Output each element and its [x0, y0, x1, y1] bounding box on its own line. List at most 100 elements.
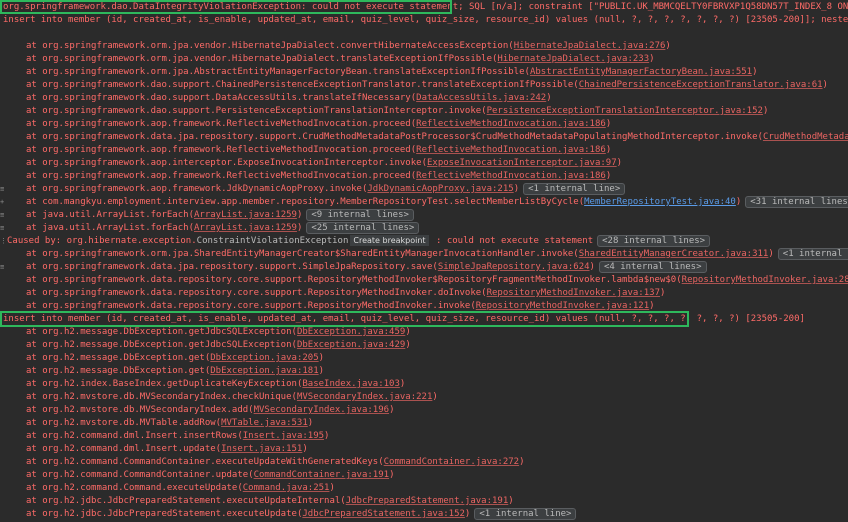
exception-class[interactable]: ConstraintViolationException: [197, 236, 349, 246]
console-line: at org.h2.command.dml.Insert.update(Inse…: [0, 443, 848, 456]
internal-lines-badge[interactable]: <1 internal line>: [777, 248, 848, 260]
message-text: insert into member (id, created_at, is_e…: [3, 314, 805, 324]
console-line-text: at org.h2.jdbc.JdbcPreparedStatement.exe…: [26, 508, 577, 521]
internal-lines-badge[interactable]: <1 internal line>: [523, 183, 626, 195]
stack-method: org.springframework.dao.support.ChainedP…: [42, 80, 574, 90]
at-keyword: at: [26, 67, 43, 77]
console-line-text: at org.springframework.aop.framework.Ref…: [26, 171, 612, 181]
source-link[interactable]: DbException.java:181: [210, 366, 318, 376]
console-line: at org.h2.jdbc.JdbcPreparedStatement.exe…: [0, 508, 848, 521]
console-line-text: at org.h2.message.DbException.get(DbExce…: [26, 366, 325, 376]
stack-method: org.h2.mvstore.db.MVSecondaryIndex.add: [42, 405, 249, 415]
fold-icon[interactable]: ≡: [0, 261, 6, 274]
source-link[interactable]: JdbcPreparedStatement.java:191: [346, 496, 509, 506]
console-line-text: Caused by: org.hibernate.exception.Const…: [7, 235, 711, 248]
internal-lines-badge[interactable]: <4 internal lines>: [598, 261, 707, 273]
fold-icon[interactable]: ≡: [0, 209, 6, 222]
console-line: at org.springframework.aop.interceptor.E…: [0, 157, 848, 170]
source-link[interactable]: Command.java:251: [243, 483, 330, 493]
source-link[interactable]: DbException.java:429: [297, 340, 405, 350]
stack-method: org.springframework.aop.interceptor.Expo…: [42, 158, 422, 168]
console-line: at org.h2.jdbc.JdbcPreparedStatement.exe…: [0, 495, 848, 508]
console-line: org.springframework.dao.DataIntegrityVio…: [0, 1, 848, 14]
fold-icon[interactable]: +: [0, 196, 6, 209]
stack-method: org.h2.index.BaseIndex.getDuplicateKeyEx…: [42, 379, 297, 389]
at-keyword: at: [26, 80, 43, 90]
source-link[interactable]: SharedEntityManagerCreator.java:311: [579, 249, 769, 259]
stack-method: org.springframework.dao.support.DataAcce…: [42, 93, 411, 103]
source-link[interactable]: DataAccessUtils.java:242: [416, 93, 546, 103]
stack-method: org.h2.mvstore.db.MVTable.addRow: [42, 418, 216, 428]
fold-icon[interactable]: ⋮: [0, 235, 7, 248]
source-link[interactable]: RepositoryMethodInvoker.java:121: [476, 301, 649, 311]
console-line-text: at org.h2.mvstore.db.MVSecondaryIndex.ch…: [26, 392, 438, 402]
internal-lines-badge[interactable]: <28 internal lines>: [597, 235, 711, 247]
source-link[interactable]: Insert.java:195: [243, 431, 324, 441]
source-link[interactable]: ArrayList.java:1259: [194, 223, 297, 233]
create-breakpoint-tooltip[interactable]: Create breakpoint: [350, 235, 429, 246]
console-line: at org.h2.message.DbException.getJdbcSQL…: [0, 326, 848, 339]
console-line-text: at org.springframework.aop.framework.Ref…: [26, 145, 612, 155]
source-link[interactable]: RepositoryMethodInvoker.java:289: [682, 275, 848, 285]
source-link[interactable]: DbException.java:459: [297, 327, 405, 337]
console-line: at org.springframework.orm.jpa.SharedEnt…: [0, 248, 848, 261]
console-line: at org.h2.message.DbException.get(DbExce…: [0, 352, 848, 365]
console-line: ≡ at org.springframework.data.jpa.reposit…: [0, 261, 848, 274]
source-link[interactable]: BaseIndex.java:103: [302, 379, 400, 389]
internal-lines-badge[interactable]: <31 internal lines>: [745, 196, 848, 208]
at-keyword: at: [26, 457, 43, 467]
console-line-text: at org.springframework.dao.support.Chain…: [26, 80, 828, 90]
console-line-text: at org.h2.message.DbException.get(DbExce…: [26, 353, 325, 363]
source-link[interactable]: MVSecondaryIndex.java:196: [254, 405, 389, 415]
source-link[interactable]: MVTable.java:531: [221, 418, 308, 428]
source-link[interactable]: RepositoryMethodInvoker.java:137: [487, 288, 660, 298]
fold-icon[interactable]: ≡: [0, 222, 6, 235]
stack-method: org.h2.jdbc.JdbcPreparedStatement.execut…: [42, 509, 297, 519]
source-link[interactable]: JdbcPreparedStatement.java:152: [302, 509, 465, 519]
console-line: at org.springframework.dao.support.Persi…: [0, 105, 848, 118]
internal-lines-badge[interactable]: <25 internal lines>: [306, 222, 420, 234]
console-line-text: at org.h2.command.dml.Insert.update(Inse…: [26, 444, 308, 454]
stack-method: org.springframework.data.jpa.repository.…: [42, 262, 433, 272]
console-line-text: at org.springframework.orm.jpa.vendor.Hi…: [26, 41, 671, 51]
console-line: at org.h2.index.BaseIndex.getDuplicateKe…: [0, 378, 848, 391]
at-keyword: at: [26, 509, 43, 519]
fold-icon[interactable]: ≡: [0, 183, 6, 196]
at-keyword: at: [26, 41, 43, 51]
console-line-text: at org.springframework.dao.support.Persi…: [26, 106, 769, 116]
stack-method: org.springframework.data.jpa.repository.…: [42, 132, 758, 142]
console-line: at org.springframework.orm.jpa.vendor.Hi…: [0, 40, 848, 53]
source-link[interactable]: Insert.java:151: [221, 444, 302, 454]
source-link[interactable]: JdkDynamicAopProxy.java:215: [367, 184, 513, 194]
source-link[interactable]: ReflectiveMethodInvocation.java:186: [416, 145, 606, 155]
source-link[interactable]: AbstractEntityManagerFactoryBean.java:55…: [530, 67, 752, 77]
source-link[interactable]: ArrayList.java:1259: [194, 210, 297, 220]
console-line: at org.h2.message.DbException.getJdbcSQL…: [0, 339, 848, 352]
source-link[interactable]: CrudMethodMetadataPostProcessor.java:174: [763, 132, 848, 142]
source-link[interactable]: HibernateJpaDialect.java:276: [514, 41, 666, 51]
source-link[interactable]: ReflectiveMethodInvocation.java:186: [416, 171, 606, 181]
console-line: at org.springframework.data.repository.c…: [0, 300, 848, 313]
stack-method: org.springframework.data.repository.core…: [42, 301, 471, 311]
internal-lines-badge[interactable]: <1 internal line>: [474, 508, 577, 520]
source-link[interactable]: MVSecondaryIndex.java:221: [297, 392, 432, 402]
console-line: at org.springframework.data.repository.c…: [0, 274, 848, 287]
at-keyword: at: [26, 171, 43, 181]
source-link[interactable]: SimpleJpaRepository.java:624: [438, 262, 590, 272]
at-keyword: at: [26, 275, 43, 285]
console-line-text: at org.springframework.orm.jpa.AbstractE…: [26, 67, 758, 77]
source-link[interactable]: HibernateJpaDialect.java:233: [497, 54, 649, 64]
exception-message: : could not execute statement: [430, 236, 594, 246]
source-link[interactable]: CommandContainer.java:191: [254, 470, 389, 480]
source-link[interactable]: DbException.java:205: [210, 353, 318, 363]
console-line: at org.springframework.data.jpa.reposito…: [0, 131, 848, 144]
source-link[interactable]: PersistenceExceptionTranslationIntercept…: [487, 106, 763, 116]
source-link[interactable]: ChainedPersistenceExceptionTranslator.ja…: [579, 80, 823, 90]
internal-lines-badge[interactable]: <9 internal lines>: [306, 209, 414, 221]
source-link[interactable]: MemberRepositoryTest.java:40: [584, 197, 736, 207]
source-link[interactable]: ExposeInvocationInterceptor.java:97: [427, 158, 617, 168]
source-link[interactable]: ReflectiveMethodInvocation.java:186: [416, 119, 606, 129]
console-line: at org.h2.command.dml.Insert.insertRows(…: [0, 430, 848, 443]
source-link[interactable]: CommandContainer.java:272: [384, 457, 519, 467]
console-output: org.springframework.dao.DataIntegrityVio…: [0, 0, 848, 522]
